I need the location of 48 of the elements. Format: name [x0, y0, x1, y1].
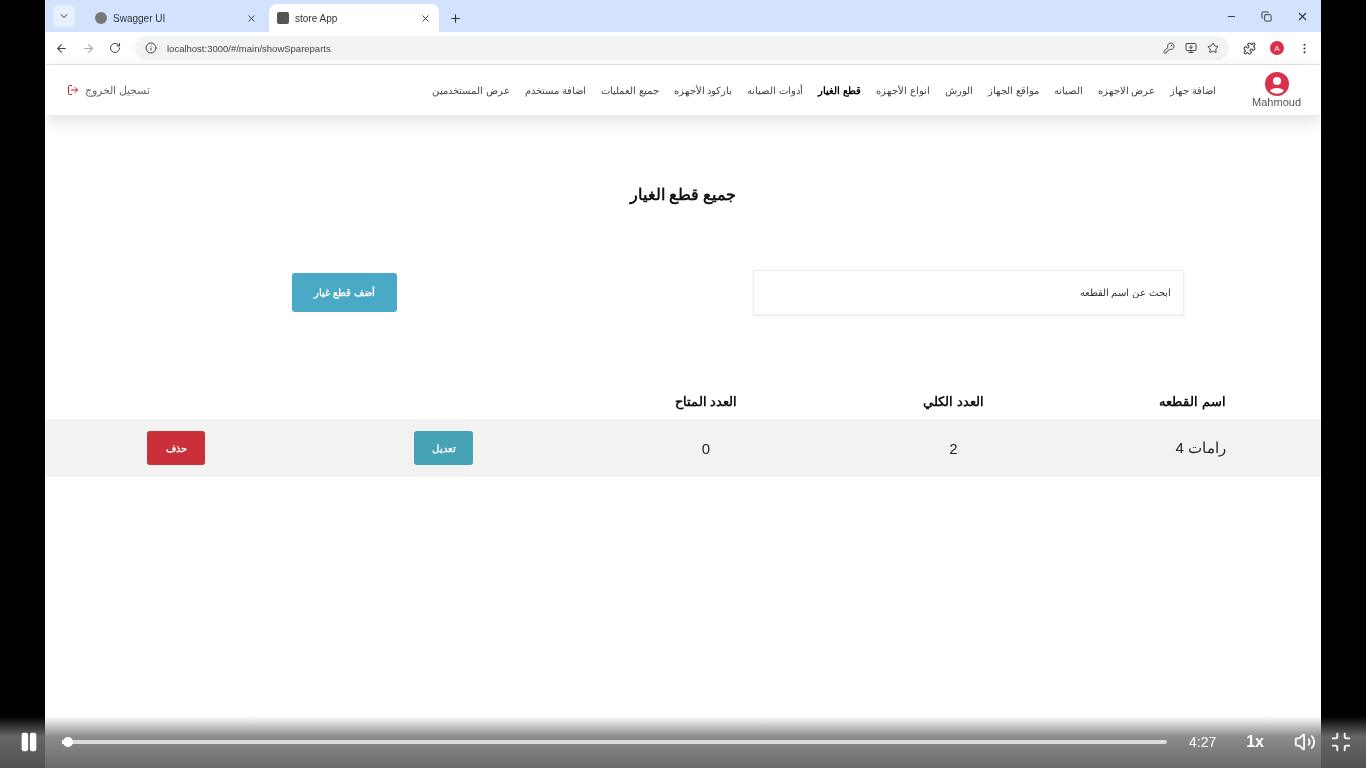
info-icon: [145, 42, 157, 54]
browser-tab[interactable]: Swagger UI: [87, 4, 265, 32]
volume-icon[interactable]: [1294, 731, 1316, 753]
close-icon[interactable]: [246, 12, 257, 24]
favicon-icon: [277, 12, 289, 24]
logout-icon: [67, 84, 79, 96]
nav-link[interactable]: قطع الغيار: [818, 84, 861, 96]
back-icon[interactable]: [55, 41, 68, 55]
nav-link[interactable]: انواع الأجهزه: [875, 84, 930, 96]
page-title: جميع قطع الغيار: [628, 185, 738, 204]
nav-link[interactable]: أدوات الصيانه: [747, 84, 804, 96]
progress-track[interactable]: [62, 740, 1167, 744]
search-field[interactable]: ابحث عن اسم القطعه: [753, 270, 1184, 315]
nav-link[interactable]: اضافة مستخدم: [525, 84, 586, 96]
nav-link[interactable]: الصيانه: [1053, 84, 1083, 96]
reload-icon[interactable]: [109, 42, 121, 54]
install-icon[interactable]: [1185, 42, 1197, 54]
nav-link[interactable]: باركود الأجهزه: [673, 84, 733, 96]
nav-link[interactable]: عرض الاجهزه: [1097, 84, 1156, 96]
address-field[interactable]: localhost:3000/#/main/showSpareparts: [135, 36, 1229, 60]
table-cell: رامات 4: [1175, 439, 1226, 457]
table-cell: 0: [701, 439, 711, 457]
column-header: العدد المتاح: [674, 393, 738, 409]
browser-tab[interactable]: store App: [269, 4, 439, 32]
nav-link[interactable]: الورش: [944, 84, 973, 96]
extensions-icon[interactable]: [1243, 41, 1256, 55]
restore-icon[interactable]: [1261, 10, 1272, 22]
user-name: Mahmoud: [1252, 96, 1301, 108]
user-icon: [1264, 72, 1289, 96]
new-tab-icon[interactable]: [449, 11, 462, 25]
nav-link[interactable]: مواقع الجهاز: [987, 84, 1039, 96]
speed-button[interactable]: 1x: [1240, 732, 1270, 752]
nav-link[interactable]: اضافة جهاز: [1170, 84, 1217, 96]
bookmark-icon[interactable]: [1207, 42, 1219, 54]
nav-link[interactable]: عرض المستخدمين: [432, 84, 511, 96]
profile-avatar[interactable]: A: [1270, 41, 1284, 55]
time-label: 4:27: [1188, 734, 1217, 750]
nav-link[interactable]: جميع العمليات: [600, 84, 659, 96]
table-cell: 2: [949, 439, 958, 457]
column-header: العدد الكلي: [923, 393, 984, 409]
favicon-icon: [95, 12, 107, 24]
logout-link[interactable]: تسجيل الخروج: [67, 83, 151, 97]
key-icon[interactable]: [1163, 42, 1175, 54]
column-header: اسم القطعه: [1159, 393, 1226, 409]
exit-fullscreen-icon[interactable]: [1330, 731, 1352, 753]
progress-thumb[interactable]: [62, 737, 73, 747]
delete-button[interactable]: حذف: [147, 431, 205, 465]
close-icon[interactable]: [420, 12, 431, 24]
